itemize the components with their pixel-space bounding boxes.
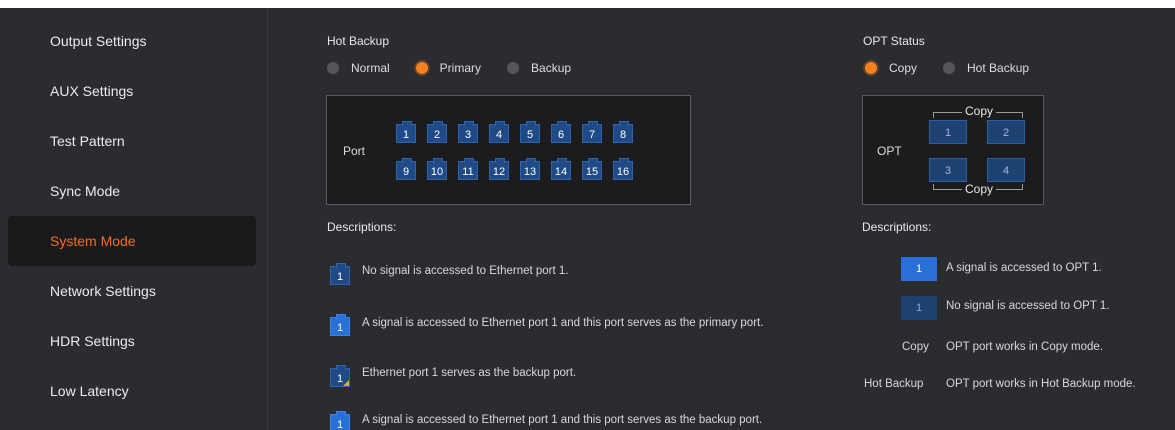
port-backup-icon-wrap: 1	[330, 365, 350, 387]
radio-hot-backup-label: Hot Backup	[967, 61, 1030, 75]
opt-hot-backup-key: Hot Backup	[864, 378, 924, 390]
radio-backup-label: Backup	[531, 61, 572, 75]
port-panel: Port 1 2 3 4 5 6 7 8 9 10 11 12 13 14 15…	[326, 95, 691, 205]
opt-panel: OPT Copy 1 2 3 4 Copy	[862, 95, 1044, 205]
port-13[interactable]: 13	[520, 158, 540, 180]
port-4[interactable]: 4	[489, 121, 509, 143]
opt-desc-no-signal-text: No signal is accessed to OPT 1.	[946, 300, 1110, 312]
opt-box-1[interactable]: 1	[929, 120, 967, 144]
opt-desc-hot-backup-text: OPT port works in Hot Backup mode.	[946, 378, 1136, 390]
hot-backup-radio-group: Normal Primary Backup	[327, 61, 597, 75]
radio-primary-indicator	[415, 62, 428, 74]
sidebar-item-system-mode[interactable]: System Mode	[8, 216, 256, 266]
opt-box-3[interactable]: 3	[929, 158, 967, 182]
opt-label: OPT	[877, 144, 902, 158]
radio-normal[interactable]: Normal	[327, 61, 390, 75]
port-6[interactable]: 6	[551, 121, 571, 143]
sidebar-item-network-settings[interactable]: Network Settings	[8, 266, 256, 316]
opt-status-title: OPT Status	[863, 34, 925, 48]
radio-normal-label: Normal	[351, 61, 390, 75]
port-5[interactable]: 5	[520, 121, 540, 143]
radio-normal-indicator	[327, 62, 339, 74]
hot-backup-title: Hot Backup	[327, 34, 390, 48]
port-10[interactable]: 10	[427, 158, 447, 180]
opt-status-radio-group: Copy Hot Backup	[865, 61, 1055, 75]
opt-desc-signal-text: A signal is accessed to OPT 1.	[946, 262, 1102, 274]
sidebar-item-test-pattern[interactable]: Test Pattern	[8, 116, 256, 166]
sidebar-item-aux-settings[interactable]: AUX Settings	[8, 66, 256, 116]
radio-primary[interactable]: Primary	[415, 61, 482, 75]
radio-copy-indicator	[865, 62, 877, 74]
desc-backup-signal-text: A signal is accessed to Ethernet port 1 …	[362, 414, 763, 426]
desc-backup-text: Ethernet port 1 serves as the backup por…	[362, 367, 577, 379]
port-3[interactable]: 3	[458, 121, 478, 143]
sidebar-item-low-latency[interactable]: Low Latency	[8, 366, 256, 416]
opt-desc-copy-text: OPT port works in Copy mode.	[946, 341, 1104, 353]
port-7[interactable]: 7	[582, 121, 602, 143]
port-label: Port	[343, 144, 366, 158]
port-no-signal-icon: 1	[330, 263, 350, 285]
app-window: Output Settings AUX Settings Test Patter…	[0, 8, 1175, 430]
desc-primary-text: A signal is accessed to Ethernet port 1 …	[362, 317, 764, 329]
port-primary-icon: 1	[330, 314, 350, 336]
backup-corner-icon	[343, 380, 349, 386]
sidebar-item-output-settings[interactable]: Output Settings	[8, 16, 256, 66]
port-9[interactable]: 9	[396, 158, 416, 180]
opt-box-2[interactable]: 2	[987, 120, 1025, 144]
port-8[interactable]: 8	[613, 121, 633, 143]
opt-descriptions-title: Descriptions:	[862, 220, 932, 234]
radio-primary-label: Primary	[439, 61, 482, 75]
port-15[interactable]: 15	[582, 158, 602, 180]
sidebar: Output Settings AUX Settings Test Patter…	[0, 8, 268, 430]
opt-no-signal-icon: 1	[901, 296, 937, 320]
opt-copy-key: Copy	[902, 341, 929, 353]
port-16[interactable]: 16	[613, 158, 633, 180]
sidebar-item-sync-mode[interactable]: Sync Mode	[8, 166, 256, 216]
radio-copy-label: Copy	[889, 61, 918, 75]
port-1[interactable]: 1	[396, 121, 416, 143]
sidebar-item-hdr-settings[interactable]: HDR Settings	[8, 316, 256, 366]
radio-backup-indicator	[507, 62, 520, 74]
port-2[interactable]: 2	[427, 121, 447, 143]
copy-top-label: Copy	[962, 104, 997, 118]
opt-signal-icon: 1	[901, 257, 937, 281]
port-12[interactable]: 12	[489, 158, 509, 180]
radio-hot-backup-indicator	[943, 62, 956, 74]
radio-copy[interactable]: Copy	[865, 61, 917, 75]
port-14[interactable]: 14	[551, 158, 571, 180]
port-backup-signal-icon: 1	[330, 411, 350, 430]
copy-bottom-label: Copy	[962, 182, 997, 196]
port-descriptions-title: Descriptions:	[327, 220, 397, 234]
main-content: Hot Backup Normal Primary Backup Port 1 …	[269, 8, 1175, 430]
radio-backup[interactable]: Backup	[507, 61, 571, 75]
desc-no-signal-text: No signal is accessed to Ethernet port 1…	[362, 265, 569, 277]
radio-hot-backup[interactable]: Hot Backup	[943, 61, 1029, 75]
port-11[interactable]: 11	[458, 158, 478, 180]
opt-box-4[interactable]: 4	[987, 158, 1025, 182]
